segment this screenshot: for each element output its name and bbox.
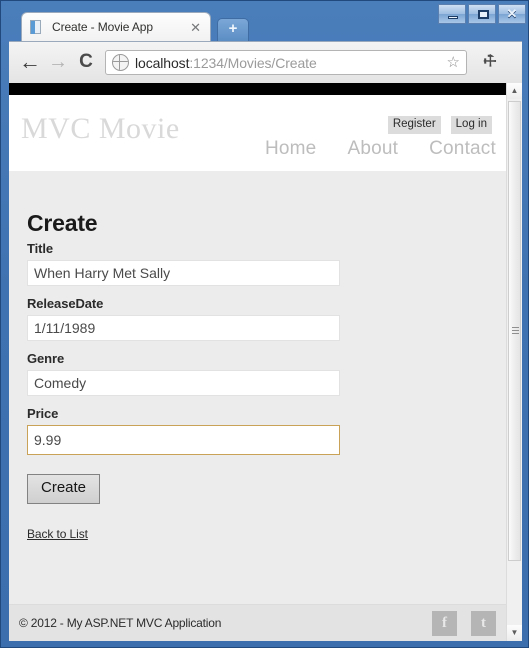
address-bar[interactable]: localhost:1234/Movies/Create ☆	[105, 50, 467, 75]
back-button[interactable]: ←	[17, 50, 43, 74]
page-title: Create	[27, 210, 98, 236]
main-nav: Home About Contact	[265, 138, 496, 160]
window-controls: ✕	[436, 4, 526, 24]
address-bar-url: localhost:1234/Movies/Create	[135, 55, 447, 71]
globe-icon	[112, 54, 129, 71]
auth-links: Register Log in	[387, 116, 492, 134]
reload-button[interactable]: C	[73, 50, 99, 74]
site-footer: © 2012 - My ASP.NET MVC Application f t	[9, 604, 506, 641]
copyright-text: © 2012 - My ASP.NET MVC Application	[19, 616, 222, 630]
price-input[interactable]	[27, 425, 340, 455]
tab-strip: Create - Movie App ✕ + ✕	[1, 1, 528, 41]
back-to-list-link[interactable]: Back to List	[27, 527, 88, 541]
releasedate-input[interactable]	[27, 315, 340, 341]
create-button[interactable]: Create	[27, 474, 101, 504]
register-button[interactable]: Register	[387, 116, 441, 134]
genre-input[interactable]	[27, 370, 340, 396]
new-tab-button[interactable]: +	[217, 18, 249, 41]
window-bottom-edge	[9, 641, 522, 647]
close-icon[interactable]: ✕	[187, 21, 204, 34]
page-viewport: MVC Movie Register Log in Home About Con…	[9, 83, 522, 641]
twitter-icon[interactable]: t	[471, 611, 496, 636]
tab-title: Create - Movie App	[52, 20, 153, 34]
site-header: MVC Movie Register Log in Home About Con…	[9, 95, 506, 171]
maximize-button[interactable]	[468, 4, 496, 24]
close-window-button[interactable]: ✕	[498, 4, 526, 24]
url-host: localhost	[135, 54, 190, 71]
label-releasedate: ReleaseDate	[27, 296, 104, 311]
field-genre: Genre	[27, 351, 347, 396]
document-icon	[30, 19, 45, 35]
login-button[interactable]: Log in	[450, 116, 492, 134]
label-price: Price	[27, 406, 59, 421]
main-content: Create Title ReleaseDate Genre	[9, 171, 506, 641]
scroll-down-icon[interactable]: ▼	[507, 625, 522, 641]
browser-toolbar: ← → C localhost:1234/Movies/Create ☆ ⚒	[9, 41, 522, 83]
browser-window: Create - Movie App ✕ + ✕ ← → C localhost…	[0, 0, 529, 648]
nav-item-home[interactable]: Home	[265, 138, 316, 160]
scrollbar-thumb[interactable]	[508, 101, 521, 561]
field-price: Price	[27, 406, 347, 455]
facebook-icon[interactable]: f	[432, 611, 457, 636]
page-scrollbar[interactable]: ▲ ▼	[506, 83, 522, 641]
web-page: MVC Movie Register Log in Home About Con…	[9, 95, 506, 641]
minimize-button[interactable]	[438, 4, 466, 24]
title-input[interactable]	[27, 260, 340, 286]
forward-button[interactable]: →	[45, 50, 71, 74]
url-path: :1234/Movies/Create	[189, 54, 317, 71]
top-black-bar	[9, 83, 506, 95]
nav-item-contact[interactable]: Contact	[429, 138, 496, 160]
label-title: Title	[27, 241, 53, 256]
create-movie-form: Title ReleaseDate Genre Price	[27, 241, 347, 543]
bookmark-star-icon[interactable]: ☆	[447, 55, 462, 70]
field-releasedate: ReleaseDate	[27, 296, 347, 341]
nav-item-about[interactable]: About	[347, 138, 398, 160]
scroll-up-icon[interactable]: ▲	[507, 83, 522, 99]
scrollbar-grip	[512, 327, 519, 335]
field-title: Title	[27, 241, 347, 286]
social-links: f t	[432, 611, 496, 636]
label-genre: Genre	[27, 351, 65, 366]
browser-tab[interactable]: Create - Movie App ✕	[21, 12, 211, 41]
site-brand[interactable]: MVC Movie	[21, 112, 180, 146]
wrench-menu-icon[interactable]: ⚒	[476, 47, 504, 75]
